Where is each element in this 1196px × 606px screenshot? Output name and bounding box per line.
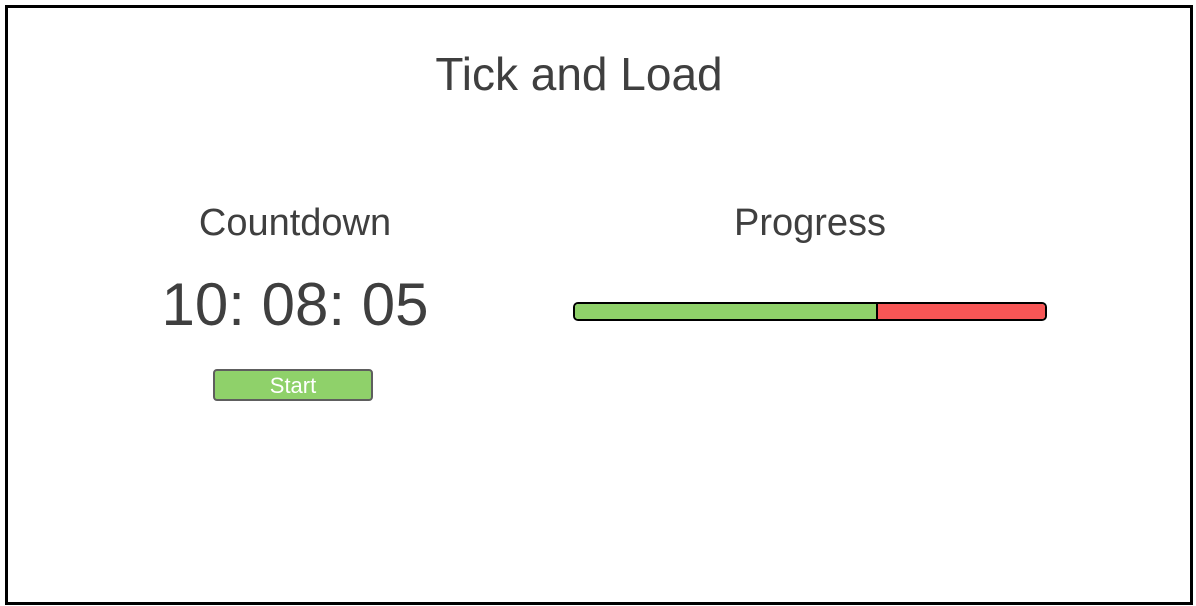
progress-heading: Progress	[733, 202, 887, 244]
progress-bar-fill	[575, 304, 879, 319]
countdown-timer: 10: 08: 05	[161, 271, 429, 338]
progress-bar-remaining	[878, 304, 1045, 319]
app-title: Tick and Load	[435, 48, 723, 100]
countdown-heading: Countdown	[198, 202, 392, 244]
app-frame: Tick and Load Countdown 10: 08: 05 Start…	[5, 5, 1193, 605]
progress-bar	[573, 302, 1047, 321]
start-button[interactable]: Start	[213, 369, 373, 401]
